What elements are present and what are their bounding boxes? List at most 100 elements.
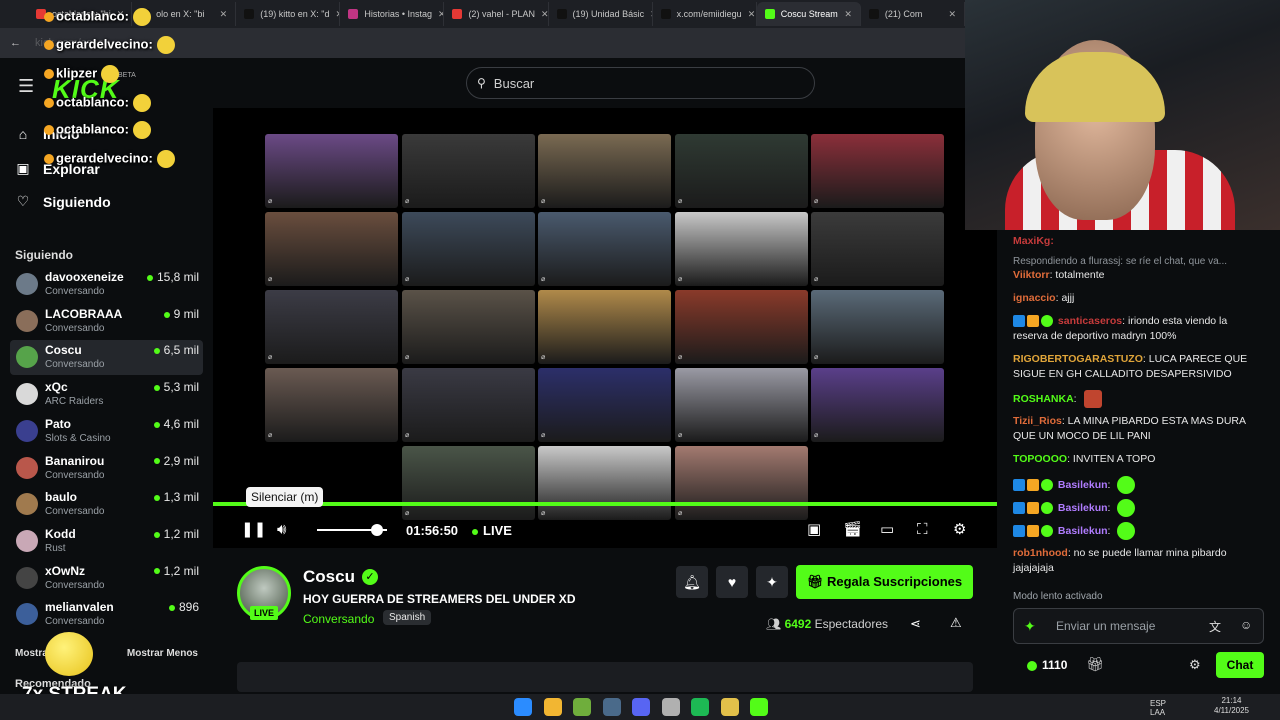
chat-input-placeholder: Enviar un mensaje (1056, 619, 1156, 633)
following-item[interactable]: baulo Conversando 1,3 mil (10, 487, 203, 522)
theater-mode-icon[interactable]: ▭ (880, 521, 894, 539)
following-item[interactable]: Pato Slots & Casino 4,6 mil (10, 414, 203, 449)
overlay-chat-user: octablanco: (56, 94, 129, 110)
mic-off-icon: ⌀ (814, 276, 819, 283)
chat-settings-icon[interactable]: ⚙ (1189, 657, 1201, 673)
following-item[interactable]: Bananirou Conversando 2,9 mil (10, 451, 203, 486)
chat-top-user[interactable]: MaxiKg: (1013, 235, 1054, 247)
report-icon[interactable]: ⚠ (950, 615, 962, 631)
settings-gear-icon[interactable]: ⚙ (953, 521, 966, 539)
chat-username[interactable]: Basilekun (1058, 502, 1108, 514)
chat-username[interactable]: TOPOOOO (1013, 453, 1067, 465)
tab-close-icon[interactable]: ✕ (644, 9, 652, 20)
chat-username[interactable]: Tizii_Rios (1013, 415, 1062, 427)
browser-tab[interactable]: Coscu Stream ✕ (756, 2, 861, 26)
menu-icon[interactable]: ☰ (18, 76, 34, 97)
browser-tab[interactable]: Historias • Instag✕ (340, 2, 445, 26)
chat-message-input[interactable]: ✦ Enviar un mensaje 文 ☺ (1013, 608, 1264, 644)
file-explorer-icon[interactable] (543, 698, 562, 716)
chat-username[interactable]: ignaccio (1013, 292, 1056, 304)
tab-close-icon[interactable]: ✕ (742, 9, 756, 20)
badge-icon (1013, 502, 1025, 514)
pause-button[interactable]: ❚❚ (241, 521, 266, 539)
chat-username[interactable]: ROSHANKA (1013, 393, 1074, 405)
channel-points[interactable]: 1110 (1027, 658, 1067, 672)
volume-icon[interactable]: 🔊︎ (277, 521, 286, 539)
live-dot (153, 568, 160, 575)
app-icon[interactable] (573, 698, 591, 716)
emoji-icon[interactable]: ☺ (1240, 618, 1252, 632)
browser-tab[interactable]: (19) kitto en X: "d✕ (236, 2, 341, 26)
sparkle-icon[interactable]: ✦ (756, 566, 788, 598)
chat-username[interactable]: santicaseros (1058, 315, 1122, 327)
following-item[interactable]: xOwNz Conversando 1,2 mil (10, 561, 203, 596)
spotify-icon[interactable] (691, 698, 709, 716)
following-item-viewers: 1,2 mil (153, 527, 199, 541)
mic-off-icon: ⌀ (268, 198, 273, 205)
miniplayer-icon[interactable]: ▣ (807, 521, 821, 539)
browser-tab[interactable]: (2) vahel - PLAN ✕ (444, 2, 549, 26)
chrome-icon[interactable] (720, 698, 739, 716)
chat-username[interactable]: Viiktorr (1013, 269, 1050, 281)
tab-label: (2) vahel - PLAN (468, 9, 535, 19)
notification-bell-icon[interactable]: 🔔︎ (676, 566, 708, 598)
following-item[interactable]: Coscu Conversando 6,5 mil (10, 340, 203, 376)
participant-camera: ⌀ (265, 212, 398, 286)
chat-username[interactable]: Basilekun (1058, 525, 1108, 537)
follow-heart-icon[interactable]: ♥ (716, 566, 748, 598)
language-tag[interactable]: Spanish (383, 610, 432, 625)
tab-close-icon[interactable]: ✕ (214, 9, 228, 20)
following-item[interactable]: melianvalen Conversando 896 (10, 597, 203, 632)
show-less-button[interactable]: Mostrar Menos (127, 648, 198, 659)
chat-username[interactable]: rob1nhood (1013, 547, 1068, 559)
steam-icon[interactable] (602, 698, 621, 716)
channel-name[interactable]: Coscu (303, 567, 355, 587)
back-arrow-icon[interactable]: ← (10, 37, 21, 49)
following-item[interactable]: davooxeneize Conversando 15,8 mil (10, 267, 203, 302)
viewer-count-value: 5,3 mil (163, 380, 199, 395)
nav-following-label: Siguiendo (43, 193, 111, 210)
chat-message: santicaseros: iriondo esta viendo la res… (1013, 314, 1263, 344)
search-input[interactable]: ⚲ Buscar (466, 67, 815, 99)
video-player[interactable]: ⌀ ⌀ ⌀ ⌀ ⌀ ⌀ ⌀ ⌀ ⌀ ⌀ ⌀ ⌀ ⌀ ⌀ ⌀ ⌀ ⌀ ⌀ ⌀ ⌀ ⌀ ⌀ ⌀ (213, 108, 997, 548)
tab-close-icon[interactable]: ✕ (535, 9, 548, 20)
language-indicator[interactable]: ESP LAA (1150, 699, 1166, 717)
fullscreen-icon[interactable]: ⛶ (917, 521, 928, 539)
gift-icon[interactable]: 🎁︎ (1086, 656, 1104, 673)
chat-username[interactable]: RIGOBERTOGARASTUZO (1013, 353, 1143, 365)
nav-following[interactable]: ♡ Siguiendo (15, 193, 111, 210)
following-item[interactable]: Kodd Rust 1,2 mil (10, 524, 203, 559)
progress-bar[interactable] (213, 502, 997, 506)
following-item-category: Slots & Casino (45, 432, 111, 444)
following-item-name: xOwNz (45, 563, 86, 578)
overlay-chat-user: gerardelvecino: (56, 150, 153, 166)
app-icon[interactable] (661, 698, 680, 716)
following-item[interactable]: xQc ARC Raiders 5,3 mil (10, 377, 203, 412)
windows-start-icon[interactable] (514, 698, 532, 716)
clip-icon[interactable]: 🎬︎ (843, 521, 862, 539)
tab-close-icon[interactable]: ✕ (432, 9, 443, 20)
volume-slider-knob[interactable] (370, 524, 383, 536)
following-item[interactable]: LACOBRAAA Conversando 9 mil (10, 304, 203, 339)
browser-tab[interactable]: (21) Com ✕ (861, 2, 965, 26)
tab-close-icon[interactable]: ✕ (329, 9, 339, 20)
tab-close-icon[interactable]: ✕ (942, 9, 956, 20)
share-icon[interactable]: ⋖ (910, 616, 921, 632)
channel-avatar-icon (16, 456, 38, 479)
chat-send-button[interactable]: Chat (1216, 652, 1264, 678)
system-clock[interactable]: 21:14 4/11/2025 (1214, 696, 1249, 716)
stream-category[interactable]: Conversando (303, 612, 374, 626)
tab-close-icon[interactable]: ✕ (838, 9, 852, 20)
chat-message: Basilekun: (1013, 476, 1263, 494)
gift-subs-button[interactable]: 🎁︎ Regala Suscripciones (796, 565, 973, 599)
following-item-name: melianvalen (45, 600, 114, 615)
chat-username[interactable]: Basilekun (1058, 479, 1108, 491)
browser-tab[interactable]: x.com/emiidiegu ✕ (653, 2, 757, 26)
kick-sparkle-icon[interactable]: ✦ (1024, 618, 1036, 635)
discord-icon[interactable] (632, 698, 650, 716)
translate-icon[interactable]: 文 (1209, 618, 1221, 635)
kick-app-icon[interactable] (750, 698, 768, 716)
live-indicator[interactable]: LIVE (472, 523, 512, 538)
following-item-category: Conversando (45, 579, 105, 591)
browser-tab[interactable]: (19) Unidad Básic✕ (549, 2, 653, 26)
